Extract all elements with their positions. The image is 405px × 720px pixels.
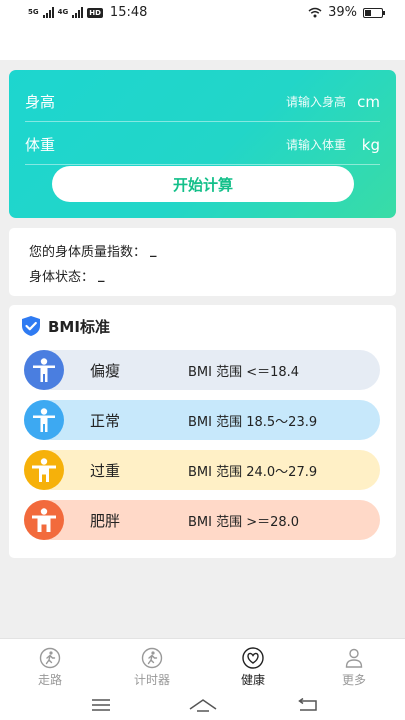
body-status-line: 身体状态： _ — [29, 266, 105, 285]
result-card: 您的身体质量指数： _ 身体状态： _ — [9, 228, 396, 296]
signal-2-icon — [72, 7, 84, 18]
network-5g-label: 5G — [28, 8, 39, 16]
back-button[interactable] — [292, 694, 322, 716]
height-input[interactable] — [176, 94, 346, 109]
person-outline-icon — [345, 648, 363, 668]
standard-row-obese: 肥胖 BMI 范围 >＝28.0 — [24, 500, 380, 540]
person-icon — [24, 500, 64, 540]
tab-walk[interactable]: 走路 — [15, 647, 85, 688]
battery-percent: 39% — [328, 5, 357, 20]
tab-label: 计时器 — [133, 673, 170, 687]
standard-range: BMI 范围 >＝28.0 — [188, 514, 300, 530]
tab-timer[interactable]: 计时器 — [117, 647, 187, 688]
network-4g-label: 4G — [57, 8, 69, 16]
status-bar: 5G 4G HD 15:48 39% — [0, 0, 405, 26]
bmi-standard-title: BMI标准 — [48, 317, 110, 336]
weight-input[interactable] — [176, 137, 346, 152]
hd-badge: HD — [87, 7, 103, 18]
bmi-result-value: _ — [150, 243, 157, 258]
menu-button[interactable] — [86, 694, 116, 716]
back-icon — [298, 698, 317, 711]
standard-name: 偏瘦 — [90, 361, 121, 380]
height-label: 身高 — [25, 93, 56, 111]
weight-unit: kg — [361, 135, 380, 154]
bmi-result-line: 您的身体质量指数： _ — [29, 241, 157, 260]
menu-icon — [92, 699, 110, 711]
height-row: 身高 cm — [25, 82, 380, 122]
home-icon — [189, 699, 217, 712]
calculate-button[interactable]: 开始计算 — [52, 166, 354, 202]
walk-icon — [141, 647, 163, 669]
standard-row-underweight: 偏瘦 BMI 范围 <＝18.4 — [24, 350, 380, 390]
tab-more[interactable]: 更多 — [319, 647, 389, 688]
body-status-value: _ — [98, 268, 105, 283]
system-nav-bar — [0, 688, 405, 720]
battery-icon — [363, 7, 385, 18]
signal-1-icon — [42, 7, 54, 18]
bmi-input-card: 身高 cm 体重 kg 开始计算 — [9, 70, 396, 218]
standard-range: BMI 范围 18.5～23.9 — [188, 414, 318, 430]
shield-check-icon — [22, 316, 40, 336]
person-icon — [24, 450, 64, 490]
home-button[interactable] — [188, 694, 218, 716]
standard-range: BMI 范围 <＝18.4 — [188, 364, 300, 380]
person-icon — [24, 350, 64, 390]
tab-label: 健康 — [240, 673, 265, 687]
standard-name: 正常 — [90, 411, 121, 430]
walk-icon — [39, 647, 61, 669]
heart-icon — [242, 647, 264, 669]
weight-row: 体重 kg — [25, 125, 380, 165]
bottom-tab-bar: 走路 计时器 健康 更多 — [0, 638, 405, 688]
header-area — [0, 26, 405, 60]
tab-label: 更多 — [341, 673, 366, 687]
status-time: 15:48 — [109, 5, 148, 20]
bmi-standard-header: BMI标准 — [21, 315, 110, 337]
person-icon — [24, 400, 64, 440]
tab-label: 走路 — [37, 673, 62, 687]
standard-row-overweight: 过重 BMI 范围 24.0～27.9 — [24, 450, 380, 490]
body-status-label: 身体状态： — [29, 270, 95, 285]
weight-label: 体重 — [25, 136, 56, 154]
standard-row-normal: 正常 BMI 范围 18.5～23.9 — [24, 400, 380, 440]
wifi-icon — [308, 7, 322, 18]
bmi-result-label: 您的身体质量指数： — [29, 245, 147, 260]
standard-name: 过重 — [90, 461, 121, 480]
tab-health[interactable]: 健康 — [218, 647, 288, 688]
height-unit: cm — [357, 92, 380, 111]
bmi-standard-card: BMI标准 偏瘦 BMI 范围 <＝18.4 正常 BMI 范围 18.5～23… — [9, 305, 396, 558]
standard-range: BMI 范围 24.0～27.9 — [188, 464, 318, 480]
standard-name: 肥胖 — [90, 511, 121, 530]
